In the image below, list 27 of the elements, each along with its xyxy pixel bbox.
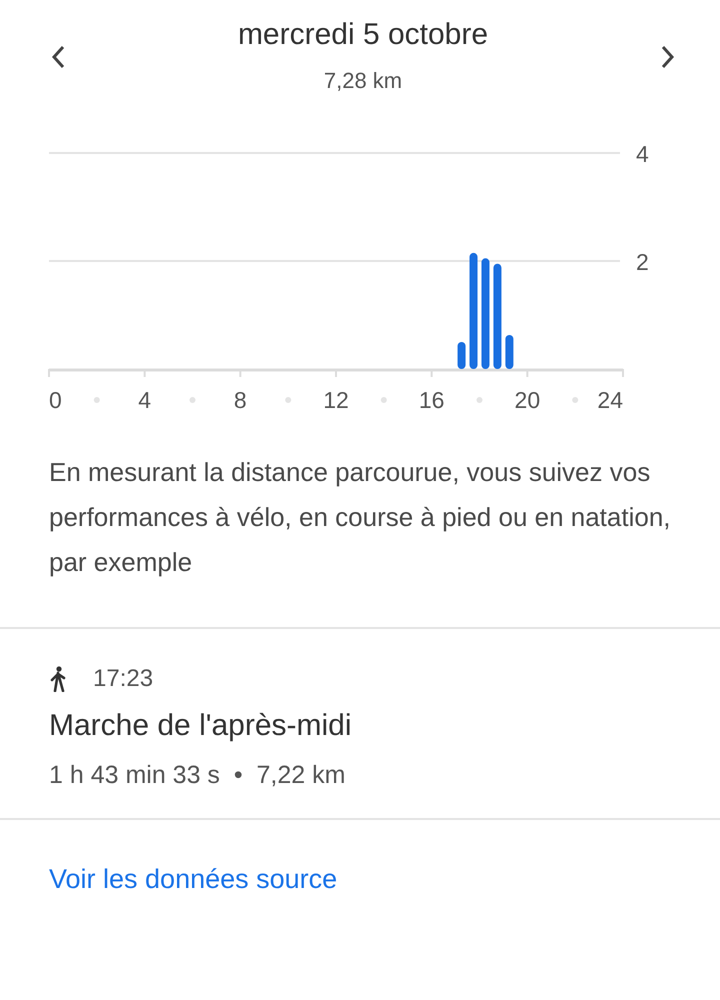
chart-bar	[505, 334, 514, 369]
minor-tick-dot	[94, 397, 100, 403]
chevron-left-icon	[50, 44, 66, 70]
minor-tick-dot	[476, 397, 482, 403]
axis-label: 24	[597, 387, 623, 413]
activity-title: Marche de l'après-midi	[49, 709, 353, 743]
axis-label: 0	[49, 387, 62, 413]
chevron-right-icon	[660, 44, 676, 70]
axis-label: 4	[138, 387, 152, 413]
minor-tick-dot	[572, 397, 578, 403]
minor-tick-dot	[380, 397, 387, 403]
total-distance: 7,28 km	[322, 68, 404, 94]
source-data-link[interactable]: Voir les données source	[49, 864, 338, 895]
walking-person-icon	[49, 666, 67, 692]
activity-details: 1 h 43 min 33 s • 7,22 km	[49, 761, 346, 790]
axis-label: 12	[323, 387, 349, 413]
minor-tick-dot	[190, 397, 196, 403]
axis-label: 2	[636, 249, 649, 275]
axis-label: 20	[514, 387, 540, 413]
axis-label: 8	[234, 387, 247, 413]
axis-label: 4	[636, 141, 649, 167]
chart-bar	[458, 342, 466, 369]
date-title: mercredi 5 octobre	[238, 18, 488, 52]
minor-tick-dot	[285, 397, 292, 403]
description-text: En mesurant la distance parcourue, vous suivez vos performances à vélo, en course à pied ou en natation, par exemple	[49, 456, 672, 579]
activity-time: 17:23	[93, 665, 154, 693]
axis-label: 16	[418, 387, 444, 413]
